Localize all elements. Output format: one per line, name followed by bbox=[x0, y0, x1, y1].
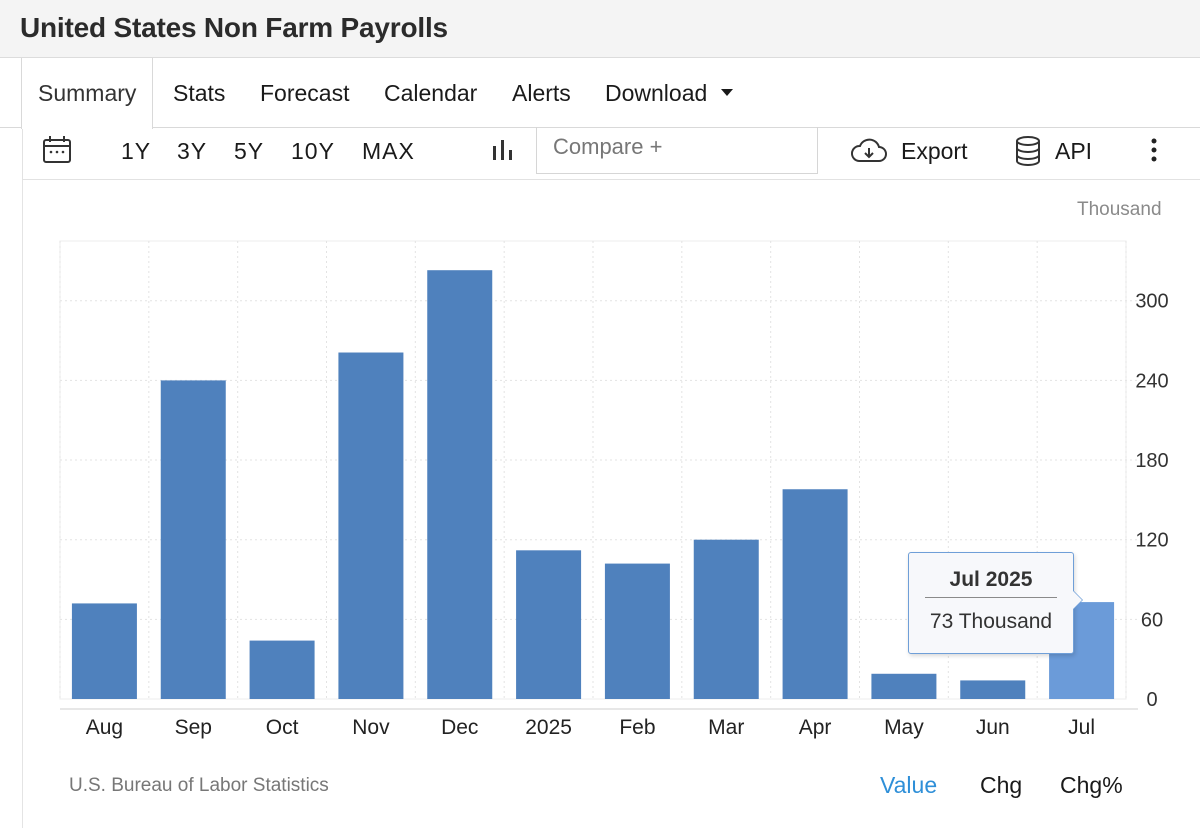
bar-chart: 0 60 120 180 240 300 Aug Sep Oct Nov Dec 2025 Feb Mar… bbox=[59, 240, 1169, 739]
bar-3 bbox=[338, 352, 404, 699]
tab-summary[interactable]: Summary bbox=[21, 58, 154, 129]
y-tick-label: 180 bbox=[1135, 450, 1168, 472]
x-tick-label: Oct bbox=[266, 716, 299, 739]
bar-9 bbox=[871, 673, 937, 699]
x-tick-label: Aug bbox=[86, 716, 123, 739]
view-mode-chg[interactable]: Chg bbox=[980, 772, 1022, 799]
tooltip-divider bbox=[925, 597, 1057, 598]
bar-8 bbox=[782, 489, 848, 699]
bar-10 bbox=[960, 680, 1026, 699]
y-tick-label: 60 bbox=[1141, 609, 1163, 631]
bar-4 bbox=[427, 270, 493, 699]
bar-0 bbox=[71, 603, 137, 699]
x-tick-label: 2025 bbox=[525, 716, 572, 739]
tooltip-title: Jul 2025 bbox=[949, 568, 1033, 591]
bar-6 bbox=[604, 563, 670, 699]
x-tick-label: Dec bbox=[441, 716, 478, 739]
x-tick-label: Jul bbox=[1068, 716, 1095, 739]
tooltip-value: 73 Thousand bbox=[929, 610, 1053, 633]
chart-tooltip: Jul 2025 73 Thousand bbox=[908, 552, 1083, 654]
x-tick-label: Jun bbox=[976, 716, 1010, 739]
view-mode-chg-pct[interactable]: Chg% bbox=[1060, 772, 1123, 799]
y-tick-label: 120 bbox=[1135, 530, 1168, 552]
bar-5 bbox=[516, 550, 582, 699]
y-tick-label: 300 bbox=[1135, 291, 1168, 313]
x-tick-label: Nov bbox=[352, 716, 390, 739]
y-tick-label: 0 bbox=[1146, 689, 1157, 711]
x-tick-label: Sep bbox=[175, 716, 212, 739]
bar-7 bbox=[693, 539, 759, 699]
x-tick-label: May bbox=[884, 716, 924, 739]
bar-1 bbox=[160, 380, 226, 699]
data-source: U.S. Bureau of Labor Statistics bbox=[69, 775, 329, 796]
x-tick-label: Apr bbox=[799, 716, 832, 739]
bar-2 bbox=[249, 640, 315, 699]
x-tick-label: Mar bbox=[708, 716, 744, 739]
y-tick-label: 240 bbox=[1135, 370, 1168, 392]
view-mode-value[interactable]: Value bbox=[880, 772, 937, 799]
x-tick-label: Feb bbox=[619, 716, 655, 739]
